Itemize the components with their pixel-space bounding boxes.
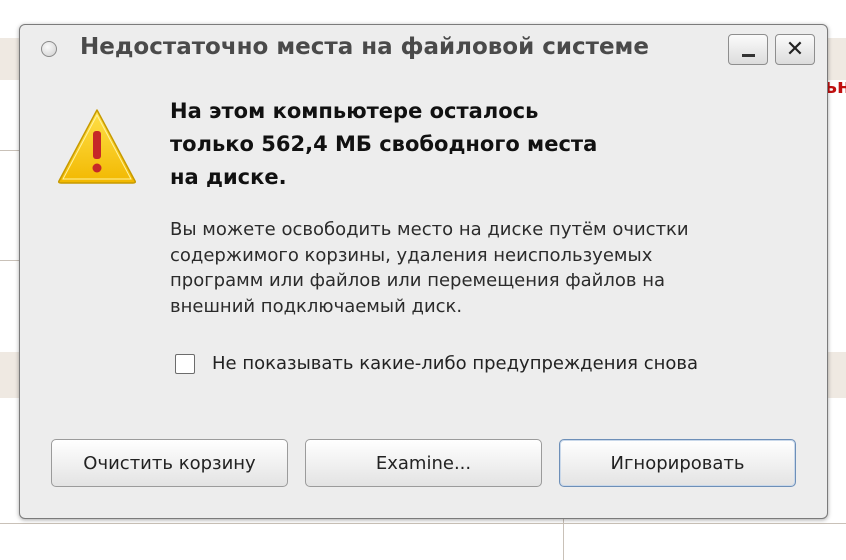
warning-icon — [58, 109, 136, 184]
background-divider — [0, 150, 19, 151]
minimize-button[interactable] — [728, 34, 768, 65]
dont-show-again-label[interactable]: Не показывать какие-либо предупреждения … — [212, 353, 698, 374]
ignore-button[interactable]: Игнорировать — [559, 439, 796, 487]
close-icon: ✕ — [785, 36, 805, 62]
background-divider — [0, 523, 846, 524]
explanation-text: Вы можете освободить место на диске путё… — [170, 217, 810, 319]
dont-show-again-checkbox[interactable] — [175, 353, 195, 374]
headline-line: на диске. — [170, 165, 287, 189]
minimize-icon — [741, 54, 755, 57]
close-button[interactable]: ✕ — [775, 34, 815, 65]
window-menu-icon[interactable] — [41, 41, 57, 57]
explanation-line: внешний подключаемый диск. — [170, 295, 463, 317]
low-disk-space-dialog: Недостаточно места на файловой системе ✕… — [19, 24, 828, 519]
headline-line: только 562,4 МБ свободного места — [170, 132, 598, 156]
background-divider — [563, 517, 564, 560]
explanation-line: содержимого корзины, удаления неиспользу… — [170, 244, 653, 266]
headline: На этом компьютере осталось только 562,4… — [170, 95, 770, 194]
headline-line: На этом компьютере осталось — [170, 99, 539, 123]
explanation-line: Вы можете освободить место на диске путё… — [170, 219, 689, 240]
dialog-title: Недостаточно места на файловой системе — [80, 34, 649, 60]
dont-show-again-option[interactable]: Не показывать какие-либо предупреждения … — [175, 353, 698, 374]
background-divider — [0, 260, 19, 261]
empty-trash-button[interactable]: Очистить корзину — [51, 439, 288, 487]
examine-button[interactable]: Examine... — [305, 439, 542, 487]
title-bar[interactable]: Недостаточно места на файловой системе ✕ — [20, 25, 827, 71]
explanation-line: программ или файлов или перемещения файл… — [170, 270, 666, 291]
